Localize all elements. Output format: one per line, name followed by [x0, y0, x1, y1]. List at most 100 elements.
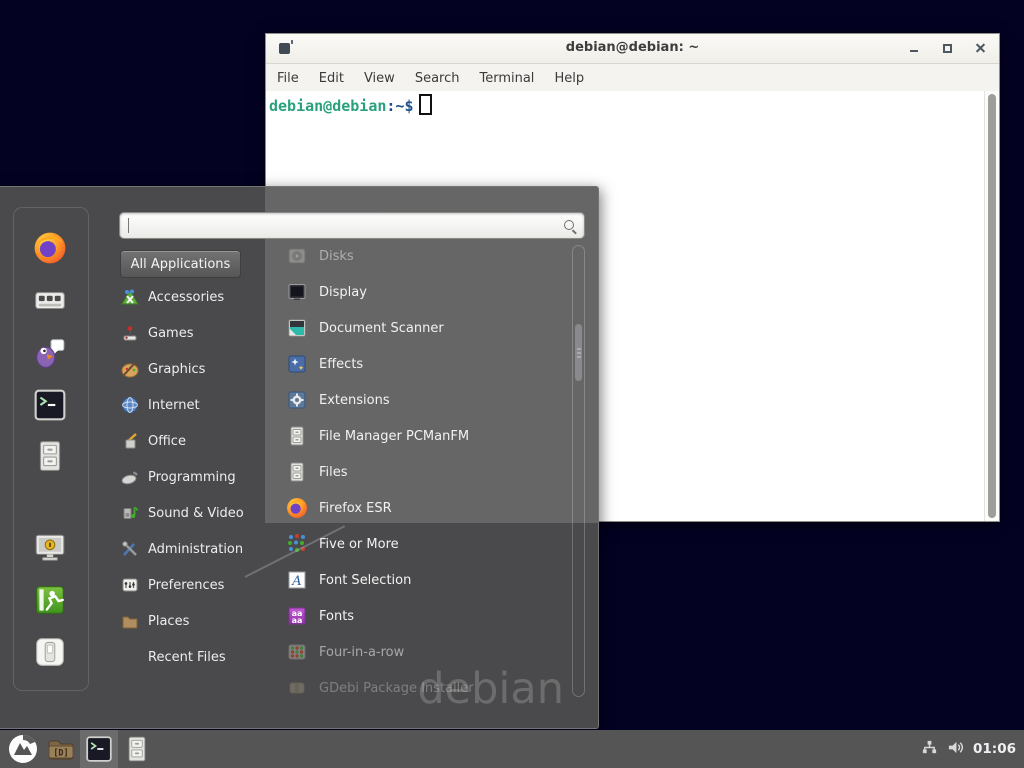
- preferences-icon: [121, 576, 139, 594]
- accessories-icon: [121, 288, 139, 306]
- terminal-icon[interactable]: [33, 388, 67, 422]
- category-graphics[interactable]: Graphics: [121, 351, 279, 387]
- favorites-column: [13, 207, 89, 691]
- all-applications-label: All Applications: [131, 257, 231, 272]
- app-label: Five or More: [319, 537, 399, 552]
- terminal-title: debian@debian: ~: [266, 40, 999, 55]
- programming-icon: [121, 468, 139, 486]
- applications-column: Disks Display Document Scanner Effects E…: [286, 238, 568, 706]
- graphics-icon: [121, 360, 139, 378]
- app-label: File Manager PCManFM: [319, 429, 469, 444]
- taskbar-terminal-button[interactable]: [80, 730, 118, 768]
- desktop: debian@debian: ~ File Edit View Search T…: [0, 0, 1024, 768]
- app-files[interactable]: Files: [286, 454, 568, 490]
- shutdown-icon[interactable]: [33, 635, 67, 669]
- places-icon: [121, 612, 139, 630]
- close-icon[interactable]: [971, 39, 989, 57]
- app-disks[interactable]: Disks: [286, 238, 568, 274]
- application-menu: All Applications Accessories Games Graph…: [0, 186, 599, 729]
- firefox-icon[interactable]: [33, 231, 67, 265]
- effects-icon: [286, 353, 308, 375]
- app-label: Extensions: [319, 393, 390, 408]
- desktop-folder-icon[interactable]: [D]: [42, 730, 80, 768]
- app-label: GDebi Package Installer: [319, 681, 474, 696]
- app-fonts[interactable]: aaaa Fonts: [286, 598, 568, 634]
- terminal-scrollbar-thumb[interactable]: [988, 94, 996, 518]
- file-cabinet-icon[interactable]: [33, 439, 67, 473]
- control-center-icon[interactable]: [33, 283, 67, 317]
- category-programming[interactable]: Programming: [121, 459, 279, 495]
- network-icon[interactable]: [921, 739, 938, 760]
- category-office[interactable]: Office: [121, 423, 279, 459]
- search-icon: [563, 219, 577, 233]
- app-file-manager-pcmanfm[interactable]: File Manager PCManFM: [286, 418, 568, 454]
- category-label: Office: [148, 434, 186, 449]
- app-gdebi-package-installer[interactable]: GDebi Package Installer: [286, 670, 568, 706]
- files-icon: [286, 461, 308, 483]
- maximize-icon[interactable]: [938, 39, 956, 57]
- internet-icon: [121, 396, 139, 414]
- app-label: Effects: [319, 357, 363, 372]
- display-icon: [286, 281, 308, 303]
- app-effects[interactable]: Effects: [286, 346, 568, 382]
- search-input[interactable]: [129, 216, 549, 235]
- menu-scrollbar[interactable]: [572, 245, 585, 697]
- category-games[interactable]: Games: [121, 315, 279, 351]
- gdebi-icon: [286, 677, 308, 699]
- category-accessories[interactable]: Accessories: [121, 279, 279, 315]
- menu-search[interactable]: Search: [415, 71, 460, 86]
- sound-video-icon: [121, 504, 139, 522]
- taskbar-file-cabinet-button[interactable]: [118, 730, 156, 768]
- firefox-icon: [286, 497, 308, 519]
- document-scanner-icon: [286, 317, 308, 339]
- volume-icon[interactable]: [947, 739, 964, 760]
- app-font-selection[interactable]: A Font Selection: [286, 562, 568, 598]
- system-tray: 01:06: [921, 739, 1024, 760]
- menu-view[interactable]: View: [364, 71, 395, 86]
- category-places[interactable]: Places: [121, 603, 279, 639]
- prompt-suffix: :~$: [386, 97, 413, 115]
- app-firefox-esr[interactable]: Firefox ESR: [286, 490, 568, 526]
- category-label: Programming: [148, 470, 236, 485]
- menu-edit[interactable]: Edit: [319, 71, 344, 86]
- category-internet[interactable]: Internet: [121, 387, 279, 423]
- category-administration[interactable]: Administration: [121, 531, 279, 567]
- category-label: Accessories: [148, 290, 224, 305]
- app-label: Disks: [319, 249, 354, 264]
- category-recent-files[interactable]: Recent Files: [121, 639, 279, 675]
- logout-icon[interactable]: [33, 583, 67, 617]
- category-label: Internet: [148, 398, 200, 413]
- menu-file[interactable]: File: [277, 71, 299, 86]
- app-four-in-a-row[interactable]: Four-in-a-row: [286, 634, 568, 670]
- fonts-icon: aaaa: [286, 605, 308, 627]
- category-label: Places: [148, 614, 189, 629]
- app-document-scanner[interactable]: Document Scanner: [286, 310, 568, 346]
- all-applications-button[interactable]: All Applications: [120, 250, 241, 278]
- terminal-titlebar[interactable]: debian@debian: ~: [266, 34, 999, 64]
- terminal-menubar: File Edit View Search Terminal Help: [266, 64, 999, 92]
- taskbar: [D] 01:06: [0, 730, 1024, 768]
- menu-scrollbar-thumb[interactable]: [575, 324, 582, 381]
- app-label: Font Selection: [319, 573, 411, 588]
- app-five-or-more[interactable]: Five or More: [286, 526, 568, 562]
- font-selection-icon: A: [286, 569, 308, 591]
- menu-logo-icon[interactable]: [4, 730, 42, 768]
- menu-terminal[interactable]: Terminal: [479, 71, 534, 86]
- terminal-scrollbar[interactable]: [984, 91, 999, 521]
- category-label: Sound & Video: [148, 506, 244, 521]
- app-display[interactable]: Display: [286, 274, 568, 310]
- lock-screen-icon[interactable]: [33, 531, 67, 565]
- pidgin-icon[interactable]: [33, 336, 67, 370]
- clock[interactable]: 01:06: [973, 741, 1016, 757]
- app-label: Files: [319, 465, 348, 480]
- games-icon: [121, 324, 139, 342]
- minimize-icon[interactable]: [905, 39, 923, 57]
- file-manager-icon: [286, 425, 308, 447]
- category-sound-video[interactable]: Sound & Video: [121, 495, 279, 531]
- category-label: Recent Files: [148, 650, 226, 665]
- category-label: Preferences: [148, 578, 224, 593]
- extensions-icon: [286, 389, 308, 411]
- category-label: Administration: [148, 542, 243, 557]
- app-extensions[interactable]: Extensions: [286, 382, 568, 418]
- menu-help[interactable]: Help: [554, 71, 584, 86]
